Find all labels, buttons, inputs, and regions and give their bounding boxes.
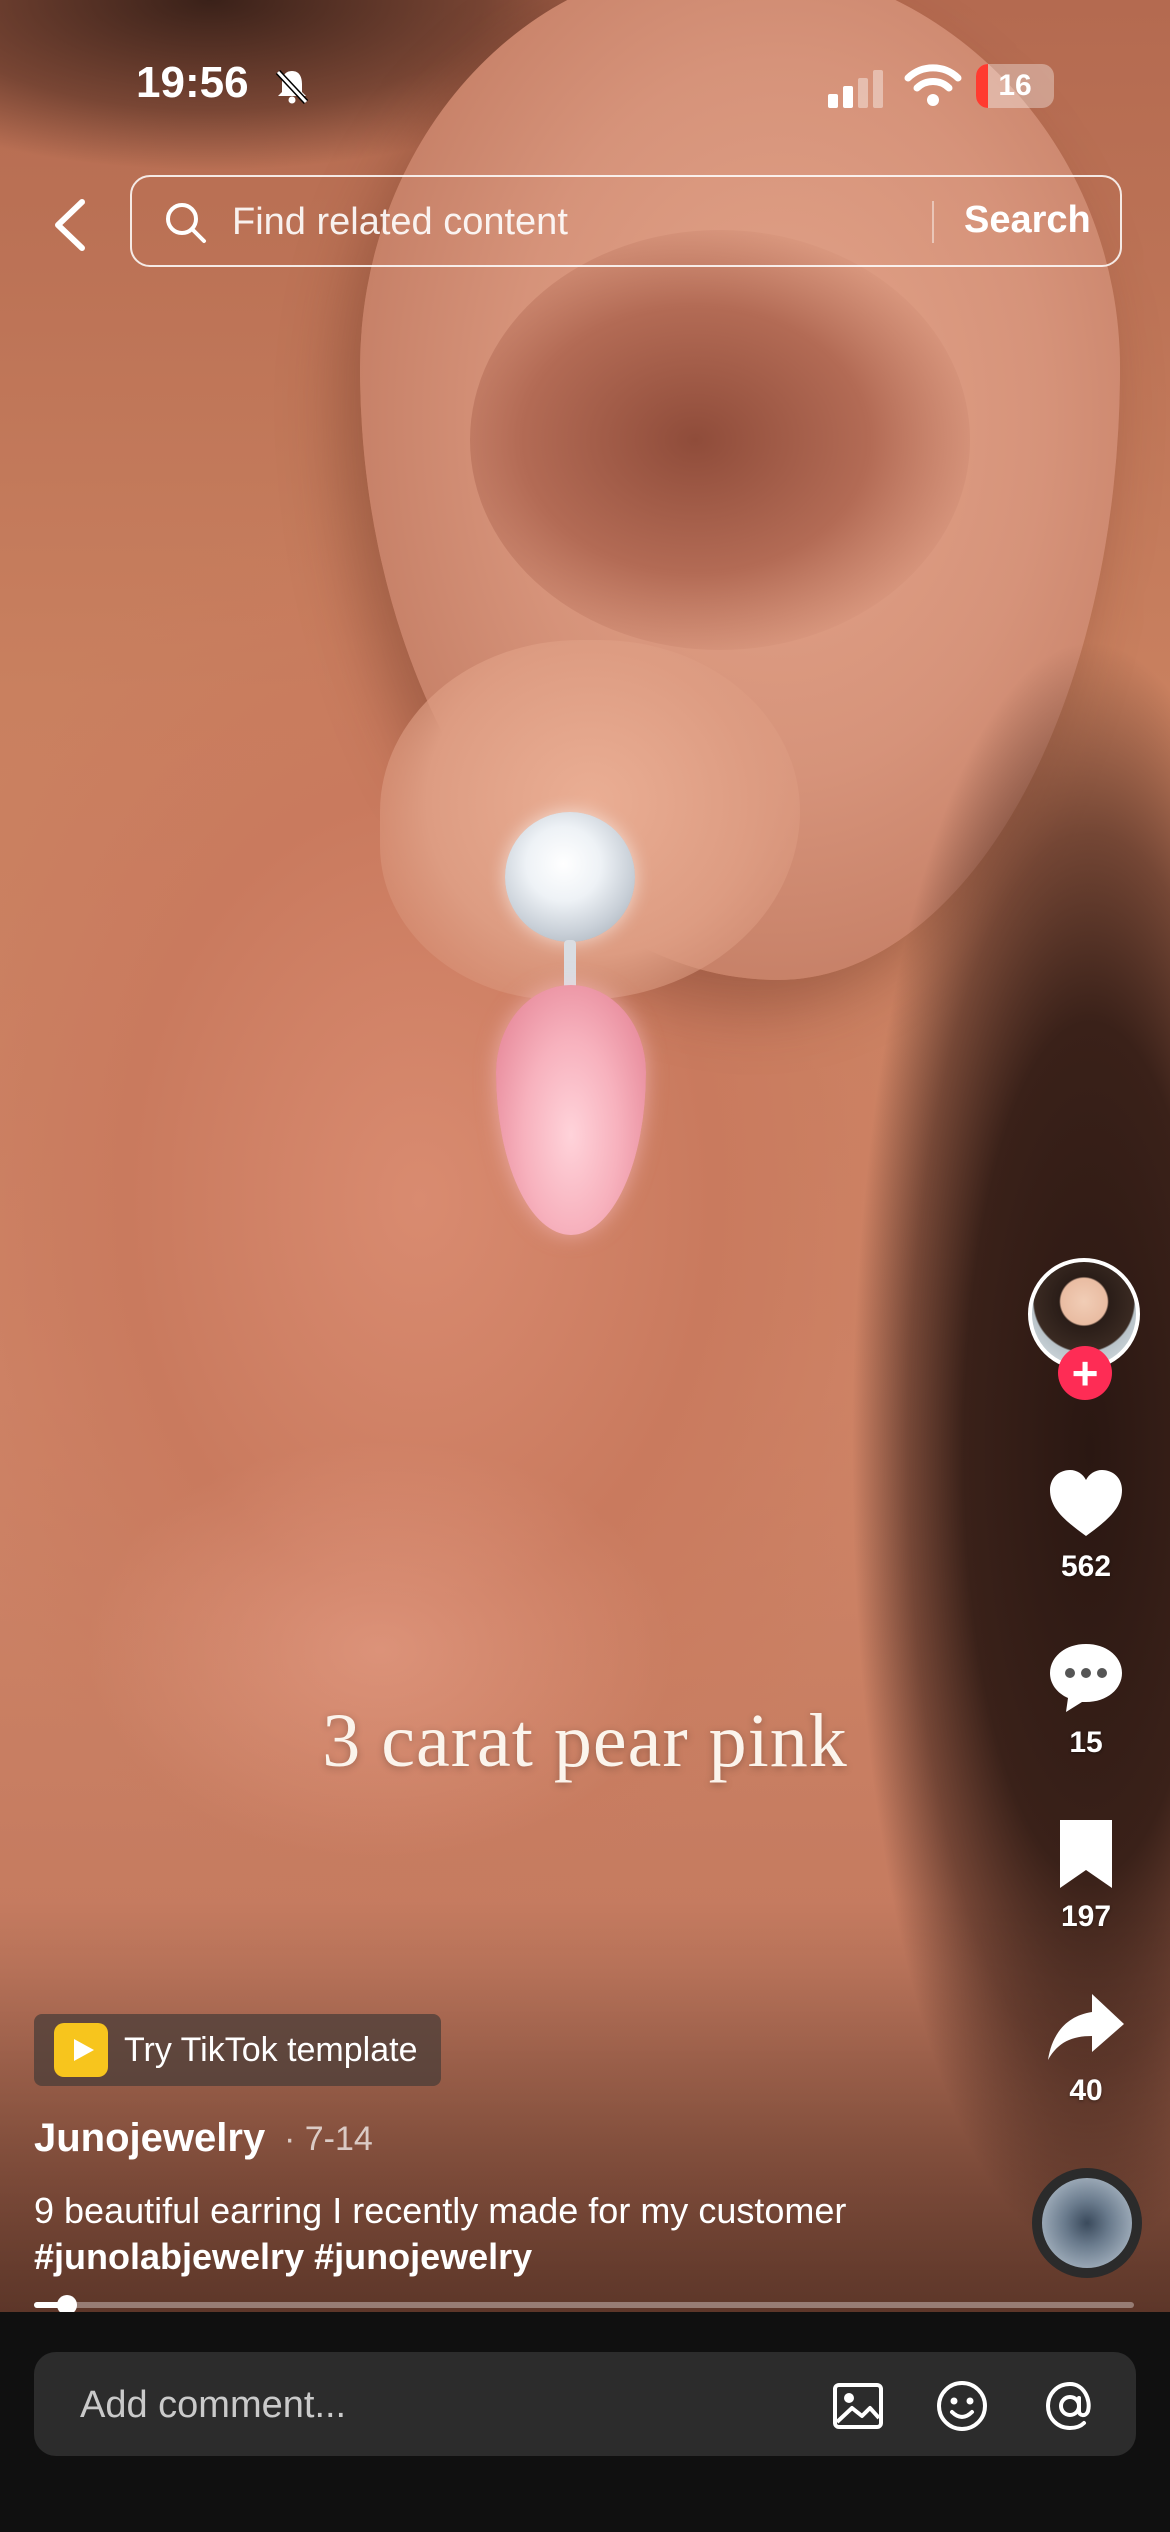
hashtag-link[interactable]: #junolabjewelry — [34, 2236, 304, 2277]
post-caption[interactable]: 9 beautiful earring I recently made for … — [34, 2188, 934, 2280]
back-arrow-icon[interactable] — [40, 190, 100, 260]
emoji-sticker-icon[interactable] — [934, 2378, 990, 2434]
comment-count: 15 — [1069, 1726, 1103, 1759]
search-input[interactable]: Find related content — [232, 201, 568, 244]
comment-input-bar[interactable]: Add comment... — [34, 2352, 1136, 2456]
battery-indicator: 16 — [976, 64, 1054, 108]
music-disc-icon[interactable] — [1032, 2168, 1142, 2278]
caption-text: 9 beautiful earring I recently made for … — [34, 2190, 847, 2231]
template-play-icon — [54, 2023, 108, 2077]
cellular-signal-icon — [828, 70, 883, 108]
search-bar[interactable]: Find related content Search — [130, 175, 1122, 267]
creator-username[interactable]: Junojewelry — [34, 2116, 265, 2161]
image-icon[interactable] — [830, 2378, 886, 2434]
heart-icon[interactable] — [1046, 1466, 1126, 1542]
mention-at-icon[interactable] — [1042, 2378, 1098, 2434]
pink-pear-diamond — [496, 985, 646, 1235]
share-count: 40 — [1069, 2074, 1103, 2107]
search-icon — [166, 203, 206, 243]
search-button[interactable]: Search — [964, 199, 1091, 242]
muted-bell-icon — [275, 69, 309, 105]
like-count: 562 — [1060, 1550, 1112, 1583]
comment-input[interactable]: Add comment... — [80, 2384, 346, 2427]
status-time: 19:56 — [136, 58, 249, 107]
share-arrow-icon[interactable] — [1046, 1990, 1126, 2066]
post-date: · 7-14 — [284, 2120, 373, 2158]
try-template-chip[interactable]: Try TikTok template — [34, 2014, 442, 2086]
save-count: 197 — [1060, 1900, 1112, 1933]
playback-progress[interactable] — [34, 2295, 1134, 2315]
status-bar: 19:56 16 — [0, 0, 1170, 170]
search-divider — [932, 201, 934, 243]
video-overlay-text: 3 carat pear pink — [322, 1699, 848, 1783]
video-player[interactable]: 3 carat pear pink — [0, 0, 1170, 2312]
bookmark-icon[interactable] — [1046, 1816, 1126, 1892]
wifi-icon — [904, 64, 962, 106]
template-label: Try TikTok template — [124, 2030, 418, 2069]
hashtag-link[interactable]: #junojewelry — [314, 2236, 532, 2277]
comment-bubble-icon[interactable] — [1046, 1640, 1126, 1716]
diamond-stud — [505, 812, 635, 942]
follow-plus-button[interactable]: + — [1058, 1346, 1112, 1400]
battery-level-text: 16 — [998, 69, 1032, 102]
